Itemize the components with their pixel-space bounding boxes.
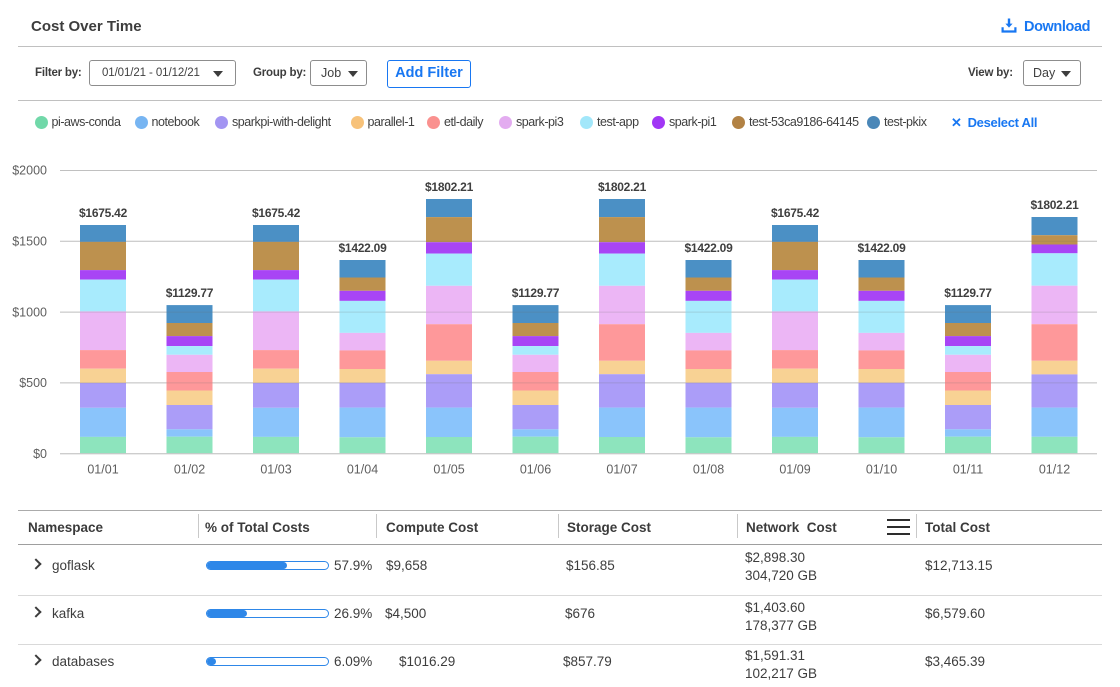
- svg-text:$1129.77: $1129.77: [512, 286, 560, 300]
- svg-text:01/10: 01/10: [866, 463, 897, 477]
- svg-text:01/06: 01/06: [520, 463, 551, 477]
- svg-text:01/09: 01/09: [779, 463, 810, 477]
- svg-text:01/03: 01/03: [260, 463, 291, 477]
- svg-text:01/02: 01/02: [174, 463, 205, 477]
- svg-text:$1675.42: $1675.42: [252, 206, 301, 220]
- svg-text:01/11: 01/11: [953, 463, 983, 477]
- svg-text:$1802.21: $1802.21: [1030, 198, 1079, 212]
- svg-text:$0: $0: [33, 447, 47, 461]
- svg-text:$1422.09: $1422.09: [857, 241, 906, 255]
- svg-text:$1422.09: $1422.09: [684, 241, 733, 255]
- svg-text:01/12: 01/12: [1039, 463, 1070, 477]
- svg-text:01/04: 01/04: [347, 463, 378, 477]
- svg-text:$1422.09: $1422.09: [338, 241, 387, 255]
- svg-text:$1000: $1000: [12, 305, 47, 319]
- svg-text:$1802.21: $1802.21: [598, 180, 647, 194]
- svg-text:01/01: 01/01: [87, 463, 118, 477]
- svg-text:$1802.21: $1802.21: [425, 180, 474, 194]
- svg-text:01/07: 01/07: [606, 463, 637, 477]
- svg-text:$1500: $1500: [12, 235, 47, 249]
- svg-text:$1675.42: $1675.42: [771, 206, 820, 220]
- svg-text:01/08: 01/08: [693, 463, 724, 477]
- svg-text:01/05: 01/05: [433, 463, 464, 477]
- svg-text:$500: $500: [19, 376, 47, 390]
- svg-text:$1129.77: $1129.77: [944, 286, 992, 300]
- svg-text:$1129.77: $1129.77: [166, 286, 214, 300]
- svg-text:$1675.42: $1675.42: [79, 206, 128, 220]
- svg-text:$2000: $2000: [12, 164, 47, 178]
